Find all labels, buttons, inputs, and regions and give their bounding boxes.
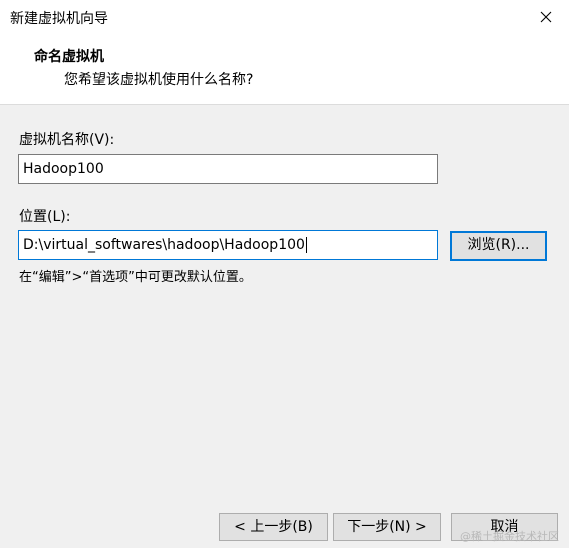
page-title: 命名虚拟机	[34, 49, 104, 65]
location-value: D:\virtual_softwares\hadoop\Hadoop100	[23, 237, 305, 253]
vm-name-input[interactable]: Hadoop100	[18, 154, 438, 184]
next-button[interactable]: 下一步(N) >	[333, 513, 441, 541]
vm-name-label: 虚拟机名称(V):	[19, 132, 115, 148]
close-button[interactable]	[523, 0, 569, 34]
location-input[interactable]: D:\virtual_softwares\hadoop\Hadoop100	[18, 230, 438, 260]
page-subtitle: 您希望该虚拟机使用什么名称?	[64, 72, 254, 88]
location-label: 位置(L):	[19, 209, 71, 225]
wizard-header: 命名虚拟机 您希望该虚拟机使用什么名称?	[0, 34, 569, 105]
browse-button[interactable]: 浏览(R)...	[450, 231, 547, 261]
back-button[interactable]: < 上一步(B)	[219, 513, 328, 541]
watermark: @稀土掘金技术社区	[460, 530, 559, 543]
text-cursor	[305, 237, 307, 253]
location-hint: 在“编辑”>“首选项”中可更改默认位置。	[19, 270, 252, 285]
title-bar: 新建虚拟机向导	[0, 0, 569, 34]
window-title: 新建虚拟机向导	[10, 11, 108, 27]
close-icon	[540, 11, 552, 23]
wizard-body: 虚拟机名称(V): Hadoop100 位置(L): D:\virtual_so…	[0, 105, 569, 548]
